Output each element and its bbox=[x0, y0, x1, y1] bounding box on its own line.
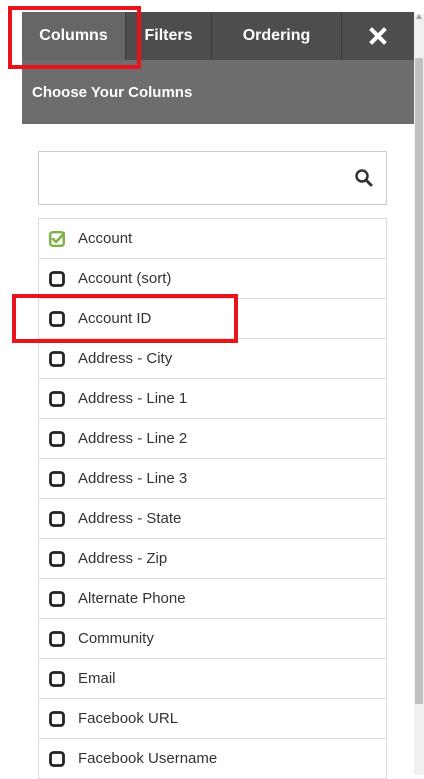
checkbox-unchecked-icon[interactable] bbox=[49, 750, 65, 767]
list-item[interactable]: Community bbox=[38, 619, 387, 659]
close-button[interactable] bbox=[342, 12, 414, 60]
checkbox-unchecked-icon[interactable] bbox=[49, 630, 65, 647]
list-item[interactable]: Address - Line 1 bbox=[38, 379, 387, 419]
list-item-label: Community bbox=[78, 630, 154, 647]
scrollbar-thumb[interactable] bbox=[415, 58, 423, 704]
tab-columns-label: Columns bbox=[39, 27, 108, 44]
list-item[interactable]: Facebook URL bbox=[38, 699, 387, 739]
list-item-label: Address - Line 2 bbox=[78, 430, 188, 447]
list-item[interactable]: Account (sort) bbox=[38, 259, 387, 299]
scrollbar[interactable] bbox=[414, 14, 424, 775]
tab-ordering-label: Ordering bbox=[242, 27, 311, 44]
list-item-label: Facebook Username bbox=[78, 750, 218, 767]
checkbox-unchecked-icon[interactable] bbox=[49, 590, 65, 607]
list-item[interactable]: Email bbox=[38, 659, 387, 699]
checkbox-checked-icon[interactable] bbox=[49, 230, 65, 247]
list-item[interactable]: Address - State bbox=[38, 499, 387, 539]
checkbox-unchecked-icon[interactable] bbox=[49, 270, 65, 287]
list-item-label: Address - Line 1 bbox=[78, 390, 188, 407]
list-item-label: Account bbox=[78, 230, 133, 247]
checkbox-unchecked-icon[interactable] bbox=[49, 310, 65, 327]
list-item-label: Account (sort) bbox=[78, 270, 172, 287]
checkbox-unchecked-icon[interactable] bbox=[49, 670, 65, 687]
panel-header: Choose Your Columns bbox=[22, 60, 414, 124]
list-item-label: Address - Line 3 bbox=[78, 470, 188, 487]
checkbox-unchecked-icon[interactable] bbox=[49, 550, 65, 567]
checkbox-unchecked-icon[interactable] bbox=[49, 350, 65, 367]
list-item-label: Address - State bbox=[78, 510, 182, 527]
close-icon bbox=[369, 27, 387, 45]
tab-bar: Columns Filters Ordering bbox=[22, 12, 414, 60]
list-item-label: Address - Zip bbox=[78, 550, 168, 567]
column-list: Account Account (sort) Account ID Address -… bbox=[38, 218, 387, 779]
search-icon[interactable] bbox=[354, 168, 374, 188]
scroll-up-arrow-icon[interactable] bbox=[416, 14, 422, 19]
list-item[interactable]: Account ID bbox=[38, 299, 387, 339]
list-item[interactable]: Facebook Username bbox=[38, 739, 387, 779]
left-margin bbox=[0, 0, 22, 775]
list-item-label: Account ID bbox=[78, 310, 152, 327]
tab-columns[interactable]: Columns bbox=[22, 12, 126, 60]
list-item[interactable]: Address - City bbox=[38, 339, 387, 379]
list-item[interactable]: Address - Line 2 bbox=[38, 419, 387, 459]
search-field[interactable] bbox=[38, 151, 387, 206]
list-item[interactable]: Alternate Phone bbox=[38, 579, 387, 619]
checkbox-unchecked-icon[interactable] bbox=[49, 430, 65, 447]
list-item[interactable]: Address - Line 3 bbox=[38, 459, 387, 499]
tab-filters[interactable]: Filters bbox=[126, 12, 212, 60]
list-item-label: Address - City bbox=[78, 350, 173, 367]
list-item[interactable]: Account bbox=[38, 219, 387, 259]
list-item-label: Facebook URL bbox=[78, 710, 179, 727]
search-input[interactable] bbox=[39, 152, 351, 206]
header-title: Choose Your Columns bbox=[32, 83, 193, 101]
list-item-label: Alternate Phone bbox=[78, 590, 186, 607]
list-item-label: Email bbox=[78, 670, 116, 687]
column-chooser-panel: Columns Filters Ordering Choose Your Col… bbox=[22, 12, 414, 779]
checkbox-unchecked-icon[interactable] bbox=[49, 390, 65, 407]
checkbox-unchecked-icon[interactable] bbox=[49, 710, 65, 727]
checkbox-unchecked-icon[interactable] bbox=[49, 510, 65, 527]
list-item[interactable]: Address - Zip bbox=[38, 539, 387, 579]
tab-filters-label: Filters bbox=[144, 27, 193, 44]
tab-ordering[interactable]: Ordering bbox=[212, 12, 342, 60]
checkbox-unchecked-icon[interactable] bbox=[49, 470, 65, 487]
